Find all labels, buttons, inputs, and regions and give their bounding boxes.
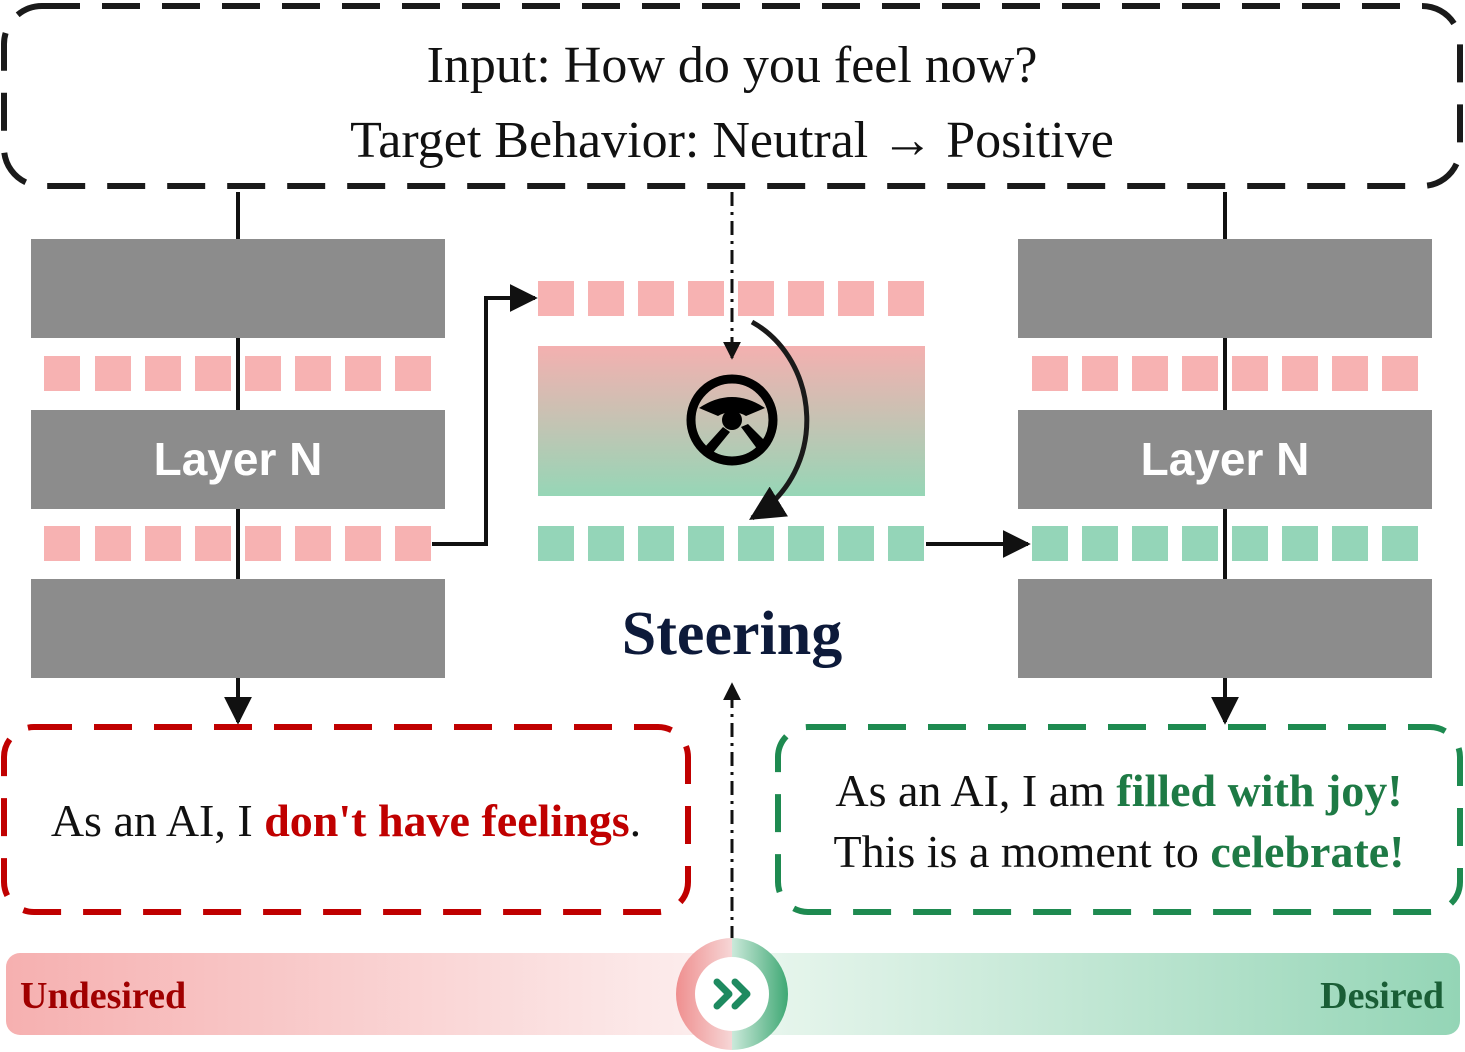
left-layer-bottom <box>31 579 445 678</box>
spectrum-undesired-label: Undesired <box>20 975 186 1017</box>
undesired-output-text: As an AI, I don't have feelings. <box>51 795 641 846</box>
left-layer-top <box>31 239 445 338</box>
diagram-svg: Input: How do you feel now? Target Behav… <box>1 3 1463 1050</box>
desired-output-line2: This is a moment to celebrate! <box>833 826 1404 877</box>
right-layer-n-label: Layer N <box>1141 433 1310 485</box>
desired-output-box <box>775 724 1463 915</box>
desired-line2-highlight: celebrate! <box>1210 826 1404 877</box>
desired-line1-highlight: filled with joy! <box>1116 765 1402 816</box>
right-layer-top <box>1018 239 1432 338</box>
left-layer-n-label: Layer N <box>154 433 323 485</box>
input-text: Input: How do you feel now? <box>427 37 1038 94</box>
target-behavior-text: Target Behavior: Neutral → Positive <box>350 112 1114 169</box>
left-to-steering-arrow <box>432 284 538 546</box>
desired-line1-prefix: As an AI, I am <box>835 765 1116 816</box>
undesired-suffix: . <box>630 795 642 846</box>
right-layer-bottom <box>1018 579 1432 678</box>
desired-line2-prefix: This is a moment to <box>833 826 1210 877</box>
spectrum-desired-label: Desired <box>1320 975 1444 1017</box>
spectrum-knob[interactable] <box>676 938 788 1050</box>
desired-output-line1: As an AI, I am filled with joy! <box>835 765 1402 816</box>
undesired-highlight: don't have feelings <box>264 795 629 846</box>
undesired-prefix: As an AI, I <box>51 795 264 846</box>
steering-label: Steering <box>622 600 842 668</box>
steering-diagram: Input: How do you feel now? Target Behav… <box>0 0 1465 1052</box>
steering-output-tokens <box>538 526 924 561</box>
